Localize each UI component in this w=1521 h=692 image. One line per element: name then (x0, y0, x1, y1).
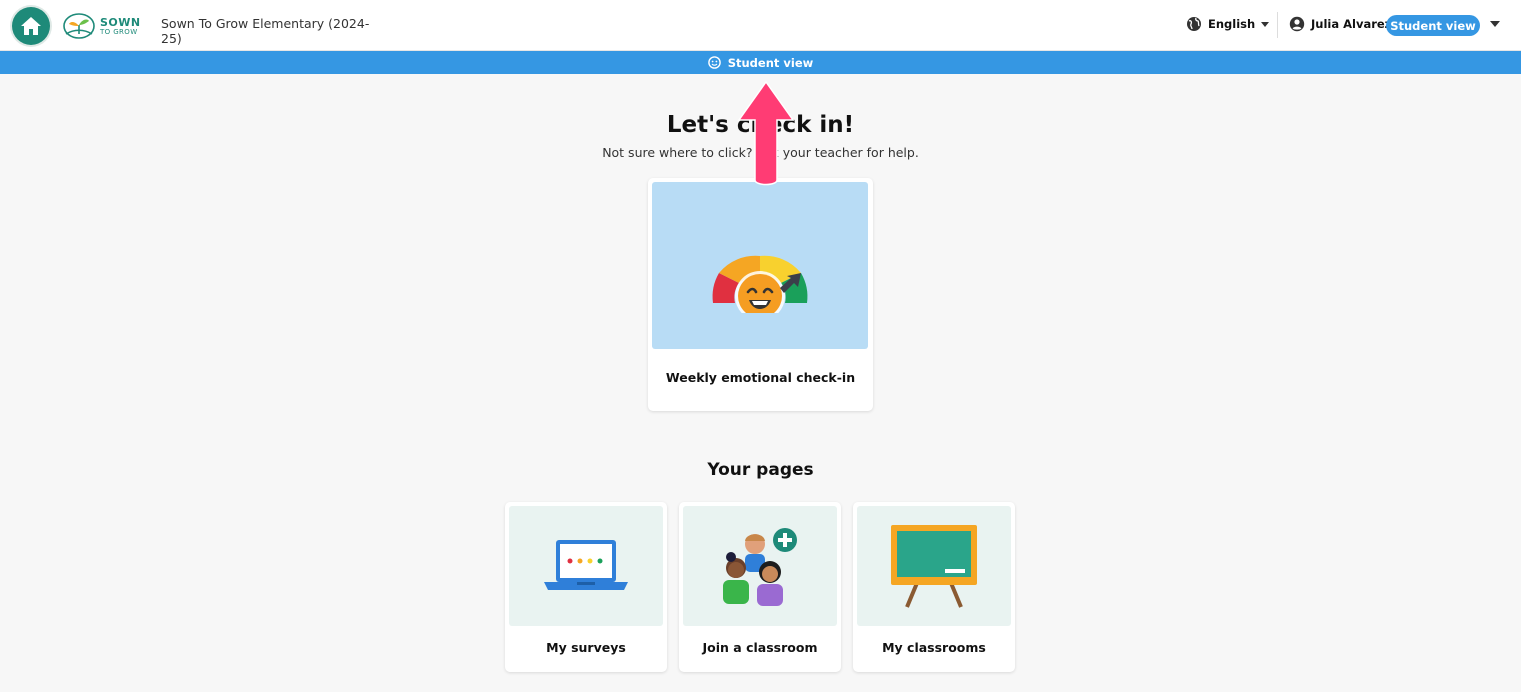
student-view-toggle[interactable]: Student view (1386, 15, 1480, 36)
arrow-up-icon (737, 80, 795, 186)
my-classrooms-illustration (857, 506, 1011, 626)
home-button[interactable] (12, 7, 50, 45)
weekly-checkin-card[interactable]: Weekly emotional check-in (648, 178, 873, 411)
globe-icon (1187, 17, 1201, 31)
logo-line-2: TO GROW (100, 27, 138, 36)
emotion-gauge-icon (712, 255, 808, 313)
logo-line-1: SOWN (100, 15, 141, 29)
chevron-down-icon (1261, 21, 1270, 27)
top-navigation-bar: SOWN TO GROW Sown To Grow Elementary (20… (0, 0, 1521, 52)
checkin-illustration (652, 182, 868, 349)
user-name: Julia Alvarez (1311, 17, 1392, 31)
header-divider (1277, 12, 1278, 38)
sown-to-grow-logo[interactable]: SOWN TO GROW (62, 10, 142, 42)
student-face-icon (707, 56, 721, 69)
sprout-logo-icon (63, 13, 95, 39)
chevron-down-icon[interactable] (1490, 21, 1500, 27)
join-classroom-card[interactable]: Join a classroom (679, 502, 841, 672)
my-classrooms-label: My classrooms (882, 640, 986, 655)
your-pages-heading: Your pages (707, 460, 814, 480)
language-selector[interactable]: English (1186, 16, 1270, 32)
student-view-banner: Student view (0, 51, 1521, 74)
home-icon (21, 17, 41, 35)
logo-text: SOWN TO GROW (100, 17, 141, 36)
chalkboard-icon (891, 525, 977, 608)
my-surveys-card[interactable]: My surveys (505, 502, 667, 672)
join-classroom-illustration (683, 506, 837, 626)
my-surveys-illustration (509, 506, 663, 626)
weekly-checkin-label: Weekly emotional check-in (665, 370, 856, 385)
students-add-icon (723, 528, 797, 606)
join-classroom-label: Join a classroom (702, 640, 818, 655)
my-classrooms-card[interactable]: My classrooms (853, 502, 1015, 672)
banner-label: Student view (727, 55, 814, 70)
language-label: English (1208, 17, 1256, 31)
user-menu[interactable]: Julia Alvarez (1289, 16, 1391, 32)
school-selector[interactable]: Sown To Grow Elementary (2024-25) (161, 16, 382, 52)
my-surveys-label: My surveys (546, 640, 626, 655)
account-circle-icon (1289, 16, 1305, 32)
laptop-icon (544, 540, 628, 590)
